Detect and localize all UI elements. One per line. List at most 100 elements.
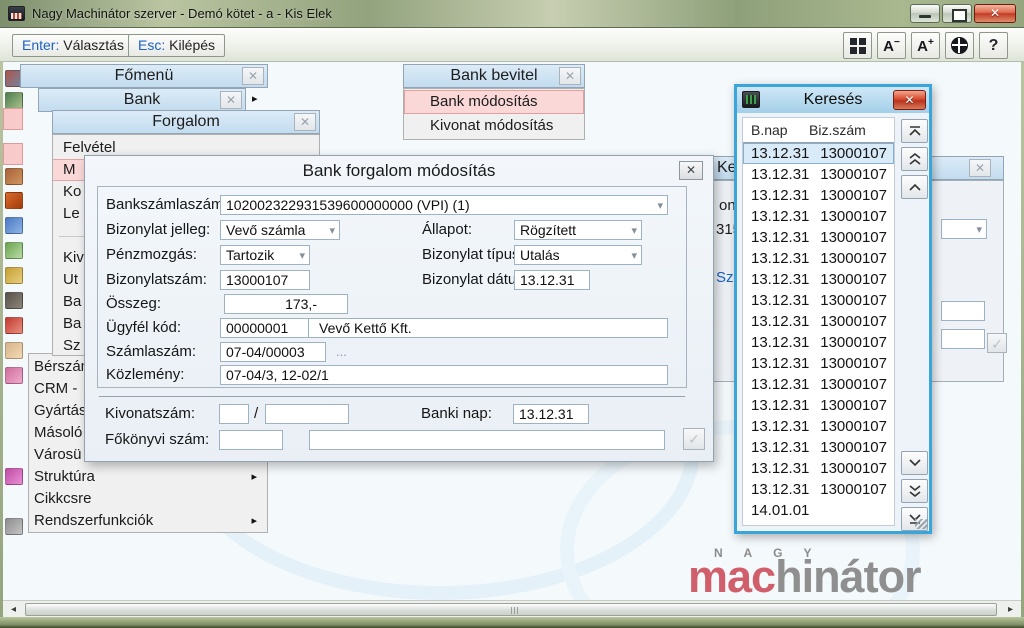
bank-close-icon[interactable]: ✕ — [220, 91, 242, 109]
background-ok-button[interactable]: ✓ — [987, 333, 1007, 353]
page-down-button[interactable] — [901, 479, 928, 503]
background-dropdown[interactable]: ▾ — [941, 219, 987, 239]
search-result-row[interactable]: 13.12.31 13000107 — [743, 332, 894, 353]
scroll-to-top-button[interactable] — [901, 119, 928, 143]
search-result-row[interactable]: 13.12.31 13000107 — [743, 395, 894, 416]
scrollbar-thumb[interactable] — [25, 603, 997, 616]
scroll-down-button[interactable] — [901, 451, 928, 475]
fokonyvi-field-1[interactable] — [219, 430, 283, 450]
bank-bevitel-window-titlebar[interactable]: Bank bevitel ✕ — [403, 64, 585, 88]
search-result-row[interactable]: 13.12.31 13000107 — [743, 437, 894, 458]
sidebar-module-icon[interactable] — [5, 342, 23, 359]
search-result-row[interactable]: 13.12.31 13000107 — [743, 206, 894, 227]
sidebar-module-icon[interactable] — [5, 217, 23, 234]
horizontal-scrollbar[interactable]: ◂ ▸ — [3, 600, 1021, 617]
penzmozgas-select[interactable]: Tartozik ▾ — [220, 245, 310, 265]
scroll-up-button[interactable] — [901, 175, 928, 199]
sidebar-module-icon[interactable] — [5, 168, 23, 185]
dialog-title[interactable]: Bank forgalom módosítás — [85, 156, 713, 186]
bizonylat-tipus-select[interactable]: Utalás ▾ — [514, 245, 642, 265]
os-title-bar[interactable]: Nagy Machinátor szerver - Demó kötet - a… — [0, 0, 1024, 28]
kozlemeny-field[interactable]: 07-04/3, 12-02/1 — [220, 365, 668, 385]
szamlaszam-field[interactable]: 07-04/00003 — [220, 342, 326, 362]
osszeg-field[interactable]: 173,- — [224, 294, 348, 314]
enter-select-button[interactable]: Enter: Választás — [12, 34, 134, 57]
search-result-row[interactable]: 13.12.31 13000107 — [743, 227, 894, 248]
confirm-check-button[interactable]: ✓ — [683, 428, 705, 450]
background-field[interactable] — [941, 301, 985, 321]
dialog-close-icon[interactable]: ✕ — [679, 161, 703, 180]
bizonylat-datuma-field[interactable]: 13.12.31 — [514, 270, 590, 290]
maximize-button[interactable] — [942, 4, 972, 23]
sidebar-module-icon[interactable] — [5, 292, 23, 309]
sidebar-module-icon[interactable] — [5, 267, 23, 284]
menu-item[interactable]: Rendszerfunkciók ▸ — [29, 510, 267, 532]
chevron-down-icon[interactable]: ▾ — [631, 247, 637, 264]
search-result-row[interactable]: 13.12.31 13000107 — [743, 458, 894, 479]
ugyfel-kod-field[interactable]: 00000001 — [220, 318, 310, 338]
fomenu-close-icon[interactable]: ✕ — [242, 67, 264, 85]
menu-item[interactable]: Struktúra ▸ — [29, 466, 267, 488]
sidebar-module-icon[interactable] — [5, 317, 23, 334]
esc-exit-button[interactable]: Esc: Kilépés — [128, 34, 226, 57]
sidebar-module-icon[interactable] — [5, 192, 23, 209]
close-button[interactable]: ✕ — [974, 4, 1016, 23]
minimize-button[interactable] — [910, 4, 940, 23]
bank-window-titlebar[interactable]: Bank ✕ — [38, 88, 246, 112]
bankszamlaszam-combobox[interactable]: 102002322931539600000000 (VPI) (1) ▾ — [220, 195, 668, 215]
bizonylat-jelleg-select[interactable]: Vevő számla ▾ — [220, 220, 340, 240]
banki-nap-field[interactable]: 13.12.31 — [513, 404, 589, 424]
search-result-row[interactable]: 13.12.31 13000107 — [743, 185, 894, 206]
dialog-main-panel: Bankszámlaszám: 102002322931539600000000… — [97, 186, 687, 388]
menu-item[interactable]: Kivonat módosítás — [404, 114, 584, 138]
search-result-row[interactable]: 13.12.31 13000107 — [743, 374, 894, 395]
sidebar-module-icon[interactable] — [5, 518, 23, 535]
background-field[interactable] — [941, 329, 985, 349]
chevron-down-icon[interactable]: ▾ — [329, 222, 335, 239]
search-result-row[interactable]: 13.12.31 13000107 — [743, 479, 894, 500]
page-up-button[interactable] — [901, 147, 928, 171]
fomenu-window-titlebar[interactable]: Főmenü ✕ — [20, 64, 268, 88]
ugyfel-nev-field[interactable]: Vevő Kettő Kft. — [308, 318, 668, 338]
search-result-row[interactable]: 13.12.31 13000107 — [743, 248, 894, 269]
chevron-down-icon[interactable]: ▾ — [657, 197, 663, 214]
grid-view-button[interactable] — [843, 32, 872, 59]
search-result-row[interactable]: 13.12.31 13000107 — [743, 416, 894, 437]
search-result-row[interactable]: 13.12.31 13000107 — [743, 290, 894, 311]
sidebar-module-icon[interactable] — [5, 367, 23, 384]
background-window-close-icon[interactable]: ✕ — [969, 159, 991, 177]
chevron-down-icon[interactable]: ▾ — [631, 222, 637, 239]
bizonylatszam-field[interactable]: 13000107 — [220, 270, 310, 290]
font-increase-button[interactable]: A+ — [911, 32, 940, 59]
contrast-button[interactable] — [945, 32, 974, 59]
help-button[interactable]: ? — [979, 32, 1008, 59]
kereses-titlebar[interactable]: Keresés ✕ — [737, 87, 929, 113]
allapot-select[interactable]: Rögzített ▾ — [514, 220, 642, 240]
fokonyvi-field-2[interactable] — [309, 430, 665, 450]
ugyfel-kod-label: Ügyfél kód: — [106, 319, 182, 336]
forgalom-close-icon[interactable]: ✕ — [294, 113, 316, 131]
search-result-row[interactable]: 13.12.31 13000107 — [743, 311, 894, 332]
search-result-row[interactable]: 13.12.31 13000107 — [743, 269, 894, 290]
scroll-left-icon[interactable]: ◂ — [5, 602, 22, 617]
sidebar-module-icon[interactable] — [5, 92, 23, 109]
dialog-separator — [99, 396, 685, 397]
bank-bevitel-close-icon[interactable]: ✕ — [559, 67, 581, 85]
lookup-ellipsis-button[interactable]: ... — [336, 344, 347, 359]
search-result-row[interactable]: 13.12.31 13000107 — [743, 164, 894, 185]
search-result-row[interactable]: 13.12.31 13000107 — [743, 143, 894, 164]
kereses-close-icon[interactable]: ✕ — [893, 90, 926, 110]
kivonatszam-field-1[interactable] — [219, 404, 249, 424]
menu-item[interactable]: Bank módosítás — [404, 90, 584, 114]
sidebar-module-icon[interactable] — [5, 242, 23, 259]
sidebar-module-icon[interactable] — [5, 468, 23, 485]
resize-grip[interactable] — [915, 519, 927, 529]
forgalom-window-titlebar[interactable]: Forgalom ✕ — [52, 110, 320, 134]
font-decrease-button[interactable]: A− — [877, 32, 906, 59]
menu-item[interactable]: Cikkcsre — [29, 488, 267, 510]
search-result-row[interactable]: 13.12.31 13000107 — [743, 353, 894, 374]
scroll-right-icon[interactable]: ▸ — [1002, 602, 1019, 617]
chevron-down-icon[interactable]: ▾ — [299, 247, 305, 264]
search-result-row[interactable]: 14.01.01 — [743, 500, 894, 521]
kivonatszam-field-2[interactable] — [265, 404, 349, 424]
